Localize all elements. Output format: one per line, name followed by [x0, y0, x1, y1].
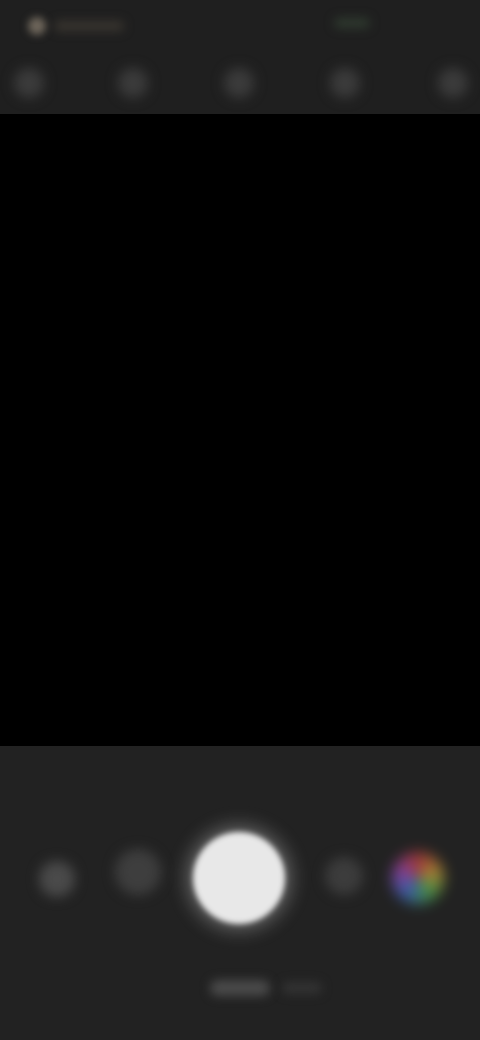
aspect-ratio-icon[interactable] [328, 66, 362, 100]
mode-label-video[interactable] [282, 982, 322, 994]
flash-icon[interactable] [116, 66, 150, 100]
status-text-blur [54, 21, 124, 31]
battery-indicator-icon [334, 18, 370, 28]
gallery-icon[interactable] [36, 858, 78, 900]
camera-viewfinder[interactable] [0, 114, 480, 746]
filter-icon[interactable] [436, 66, 470, 100]
timer-icon[interactable] [222, 66, 256, 100]
settings-icon[interactable] [12, 66, 46, 100]
status-bar [0, 0, 480, 52]
shutter-button[interactable] [193, 832, 285, 924]
status-left [28, 14, 148, 38]
camera-flip-icon[interactable] [322, 854, 366, 898]
mode-label-photo[interactable] [210, 980, 270, 996]
app-notification-icon [28, 17, 46, 35]
lens-selector-icon[interactable] [392, 852, 444, 904]
top-toolbar [0, 52, 480, 114]
mode-switch-icon[interactable] [112, 846, 164, 898]
